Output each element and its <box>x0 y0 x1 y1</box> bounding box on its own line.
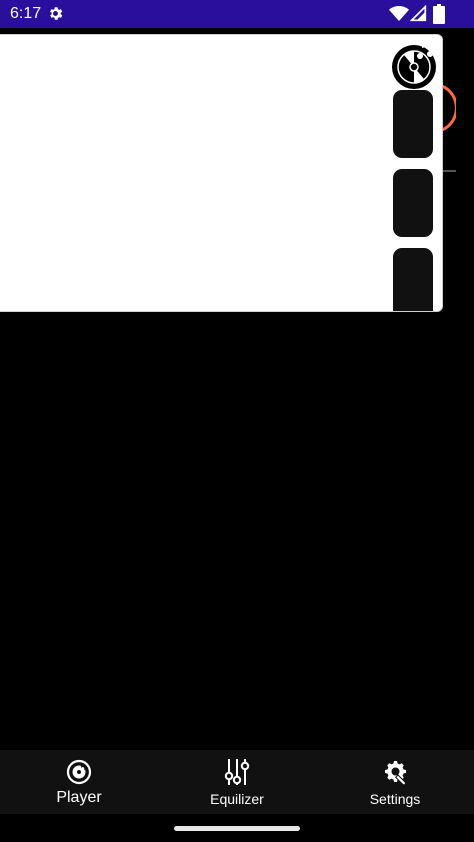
rail-slot[interactable] <box>393 248 433 311</box>
nav-item-settings[interactable]: Settings <box>316 750 474 814</box>
battery-icon <box>433 4 445 24</box>
bottom-navigation: Player Equilizer Settings <box>0 750 474 814</box>
rail-slot[interactable] <box>393 169 433 237</box>
floating-panel <box>0 34 443 312</box>
nav-label-player: Player <box>56 789 102 806</box>
nav-label-equalizer: Equilizer <box>210 791 264 807</box>
status-time: 6:17 <box>10 5 42 22</box>
wifi-icon <box>389 6 409 21</box>
music-disc-icon[interactable] <box>391 43 437 89</box>
nav-item-player[interactable]: Player <box>0 750 158 814</box>
music-disc-icon <box>66 759 92 785</box>
panel-content-area <box>0 35 383 311</box>
gear-icon <box>50 7 63 20</box>
signal-icon <box>410 5 427 22</box>
side-rail <box>387 35 441 311</box>
home-indicator[interactable] <box>174 826 300 831</box>
equalizer-sliders-icon <box>224 759 250 785</box>
rail-slot[interactable] <box>393 90 433 158</box>
gear-wrench-icon <box>385 761 406 786</box>
nav-label-settings: Settings <box>369 791 421 807</box>
nav-item-equalizer[interactable]: Equilizer <box>158 750 316 814</box>
status-bar: 6:17 <box>0 0 474 28</box>
app-screen: 6:17 Player Equilizer Settings <box>0 0 474 842</box>
